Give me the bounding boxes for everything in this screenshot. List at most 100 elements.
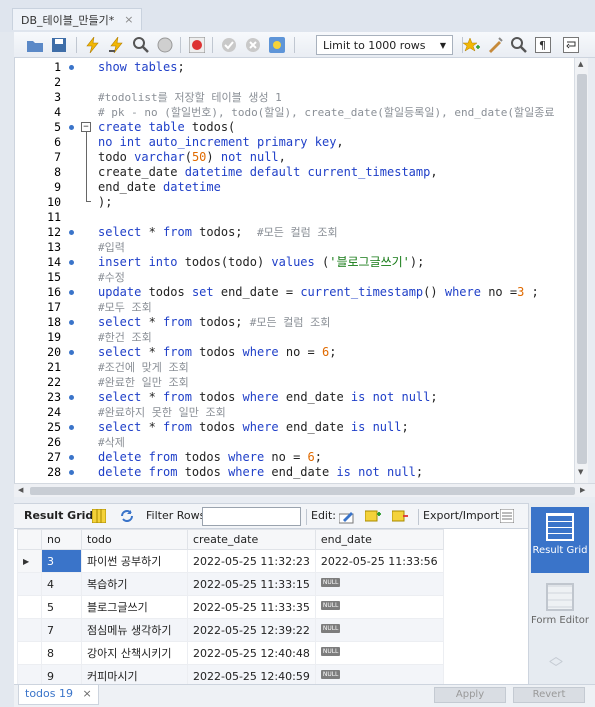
bookmark-star-icon[interactable] (462, 36, 480, 54)
cell-no[interactable]: 3 (41, 549, 82, 573)
cell-create-date[interactable]: 2022-05-25 11:33:35 (187, 595, 316, 619)
cell-todo[interactable]: 파이썬 공부하기 (81, 549, 188, 573)
cell-end-date[interactable]: NULL (314, 595, 444, 619)
code-line[interactable]: 24 #완료하지 못한 일만 조회 (15, 405, 575, 420)
code-line[interactable]: 4 # pk - no (할일번호), todo(할일), create_date… (15, 105, 575, 120)
wrap-lines-icon[interactable] (562, 36, 580, 54)
row-selector[interactable] (17, 572, 42, 596)
cell-no[interactable]: 4 (41, 572, 82, 596)
invisible-chars-icon[interactable]: ¶ (534, 36, 552, 54)
close-icon[interactable]: × (124, 13, 133, 26)
scroll-up-icon[interactable]: ▲ (578, 60, 583, 68)
scroll-left-icon[interactable]: ◀ (18, 486, 23, 494)
table-row[interactable]: 5 블로그글쓰기 2022-05-25 11:33:35 NULL (17, 595, 444, 619)
commit-icon[interactable] (220, 36, 238, 54)
code-line[interactable]: 27 delete from todos where no = 6; (15, 450, 575, 465)
cell-end-date[interactable]: NULL (314, 618, 444, 642)
scroll-more-icon[interactable]: ︿ ﹀ (549, 650, 563, 676)
table-row[interactable]: 8 강아지 산책시키기 2022-05-25 12:40:48 NULL (17, 641, 444, 665)
code-line[interactable]: 23 select * from todos where end_date is … (15, 390, 575, 405)
execute-current-icon[interactable] (108, 36, 126, 54)
column-header-todo[interactable]: todo (81, 529, 188, 550)
revert-button[interactable]: Revert (513, 687, 585, 703)
limit-rows-select[interactable]: Limit to 1000 rows ▼ (316, 35, 453, 55)
edit-row-icon[interactable] (338, 507, 356, 525)
result-grid-side-button[interactable]: Result Grid (531, 507, 589, 573)
code-line[interactable]: 15 #수정 (15, 270, 575, 285)
form-editor-side-button[interactable]: Form Editor (531, 579, 589, 635)
editor-horizontal-scrollbar[interactable]: ◀ ▶ (14, 483, 595, 497)
code-line[interactable]: 11 (15, 210, 575, 225)
stop-icon[interactable] (156, 36, 174, 54)
cell-create-date[interactable]: 2022-05-25 12:40:48 (187, 641, 316, 665)
rollback-icon[interactable] (244, 36, 262, 54)
filter-rows-input[interactable] (202, 507, 301, 526)
scroll-right-icon[interactable]: ▶ (580, 486, 585, 494)
cell-end-date[interactable]: NULL (314, 572, 444, 596)
cell-no[interactable]: 5 (41, 595, 82, 619)
cell-end-date[interactable]: NULL (314, 641, 444, 665)
code-line[interactable]: 12 select * from todos; #모든 컬럼 조회 (15, 225, 575, 240)
code-line[interactable]: 21 #조건에 맞게 조회 (15, 360, 575, 375)
cell-todo[interactable]: 블로그글쓰기 (81, 595, 188, 619)
scroll-down-icon[interactable]: ▼ (578, 468, 583, 476)
code-line[interactable]: 20 select * from todos where no = 6; (15, 345, 575, 360)
cell-todo[interactable]: 강아지 산책시키기 (81, 641, 188, 665)
scrollbar-thumb[interactable] (30, 487, 575, 495)
code-line[interactable]: 8 create_date datetime default current_ti… (15, 165, 575, 180)
code-line[interactable]: 25 select * from todos where end_date is … (15, 420, 575, 435)
column-header-create-date[interactable]: create_date (187, 529, 316, 550)
scrollbar-thumb[interactable] (577, 74, 587, 464)
code-line[interactable]: 2 (15, 75, 575, 90)
code-line[interactable]: 5 − create table todos( (15, 120, 575, 135)
cell-no[interactable]: 8 (41, 641, 82, 665)
fold-toggle-icon[interactable]: − (81, 122, 91, 132)
beautify-icon[interactable] (486, 36, 504, 54)
column-header-end-date[interactable]: end_date (314, 529, 444, 550)
tab-db-table[interactable]: DB_테이블_만들기* × (12, 8, 143, 30)
grid-layout-icon[interactable] (90, 507, 108, 525)
cell-todo[interactable]: 점심메뉴 생각하기 (81, 618, 188, 642)
code-line[interactable]: 3 #todolist를 저장할 테이블 생성 1 (15, 90, 575, 105)
code-line[interactable]: 17 #모두 조회 (15, 300, 575, 315)
cell-todo[interactable]: 복습하기 (81, 572, 188, 596)
code-line[interactable]: 28 delete from todos where end_date is no… (15, 465, 575, 480)
explain-icon[interactable] (132, 36, 150, 54)
table-row[interactable]: 4 복습하기 2022-05-25 11:33:15 NULL (17, 572, 444, 596)
result-tab-todos[interactable]: todos 19 × (18, 685, 99, 705)
column-header-no[interactable]: no (41, 529, 82, 550)
cell-end-date[interactable]: 2022-05-25 11:33:56 (314, 549, 444, 573)
refresh-icon[interactable] (118, 507, 136, 525)
editor-vertical-scrollbar[interactable]: ▲ ▼ (574, 58, 588, 483)
close-icon[interactable]: × (82, 687, 91, 700)
code-line[interactable]: 1 show tables; (15, 60, 575, 75)
code-line[interactable]: 26 #삭제 (15, 435, 575, 450)
cell-create-date[interactable]: 2022-05-25 11:33:15 (187, 572, 316, 596)
open-folder-icon[interactable] (26, 36, 44, 54)
add-row-icon[interactable] (364, 507, 382, 525)
code-line[interactable]: 19 #한건 조회 (15, 330, 575, 345)
find-icon[interactable] (510, 36, 528, 54)
toggle-error-icon[interactable] (188, 36, 206, 54)
code-line[interactable]: 6 no int auto_increment primary key, (15, 135, 575, 150)
cell-create-date[interactable]: 2022-05-25 11:32:23 (187, 549, 316, 573)
result-grid[interactable]: no todo create_date end_date ▶ 3 파이썬 공부하기 2… (14, 529, 528, 688)
code-line[interactable]: 16 update todos set end_date = current_ti… (15, 285, 575, 300)
execute-icon[interactable] (84, 36, 102, 54)
code-line[interactable]: 10); (15, 195, 575, 210)
row-selector[interactable] (17, 595, 42, 619)
row-selector[interactable]: ▶ (17, 549, 42, 573)
delete-row-icon[interactable] (391, 507, 409, 525)
code-line[interactable]: 7 todo varchar(50) not null, (15, 150, 575, 165)
export-icon[interactable] (498, 507, 516, 525)
row-selector[interactable] (17, 641, 42, 665)
apply-button[interactable]: Apply (434, 687, 506, 703)
table-row[interactable]: 7 점심메뉴 생각하기 2022-05-25 12:39:22 NULL (17, 618, 444, 642)
sql-editor[interactable]: 1 show tables; 2 3 #todolist를 저장할 테이블 생성 1 4 #… (14, 58, 574, 483)
save-icon[interactable] (50, 36, 68, 54)
row-selector[interactable] (17, 618, 42, 642)
cell-no[interactable]: 7 (41, 618, 82, 642)
cell-create-date[interactable]: 2022-05-25 12:39:22 (187, 618, 316, 642)
code-line[interactable]: 9 end_date datetime (15, 180, 575, 195)
autocommit-icon[interactable] (268, 36, 286, 54)
